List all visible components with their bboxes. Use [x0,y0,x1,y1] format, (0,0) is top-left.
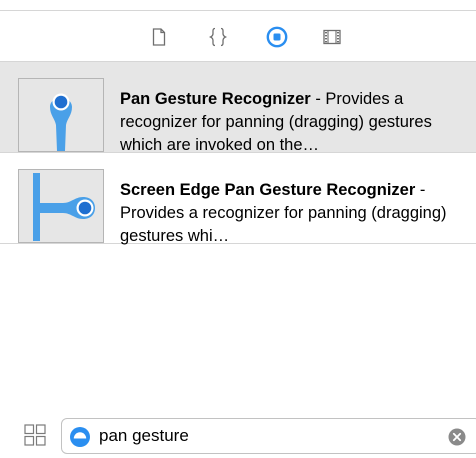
list-item-screen-edge-pan-gesture-recognizer[interactable]: Screen Edge Pan Gesture Recognizer - Pro… [0,153,476,245]
library-filter-bar [0,418,476,458]
grid-view-toggle-button[interactable] [24,424,46,446]
library-search-field [61,418,476,454]
screen-edge-pan-gesture-icon [18,169,104,243]
tab-code-snippet[interactable] [203,22,233,52]
search-input[interactable] [99,424,439,448]
list-item-separator: - [310,90,326,108]
filter-icon[interactable] [69,426,91,448]
object-library-icon [266,26,288,48]
list-item-separator: - [415,181,426,199]
list-item-title: Pan Gesture Recognizer [120,90,311,108]
list-item-summary: Provides a recognizer for panning (dragg… [120,204,447,245]
inspector-tab-bar [0,22,476,52]
list-item-title: Screen Edge Pan Gesture Recognizer [120,181,416,199]
list-item-description: Pan Gesture Recognizer - Provides a reco… [120,88,466,157]
clear-search-icon[interactable] [448,428,466,446]
inspector-top-divider [0,10,476,11]
code-braces-icon [209,27,227,47]
tab-media-library[interactable] [317,22,347,52]
tab-file-template[interactable] [144,22,174,52]
media-library-icon [323,29,341,45]
list-item-pan-gesture-recognizer[interactable]: Pan Gesture Recognizer - Provides a reco… [0,61,476,154]
object-library-list: Pan Gesture Recognizer - Provides a reco… [0,61,476,245]
file-icon [152,28,166,46]
pan-gesture-icon [18,78,104,152]
tab-object-library[interactable] [262,22,292,52]
grid-view-icon [24,424,46,446]
list-item-description: Screen Edge Pan Gesture Recognizer - Pro… [120,179,466,248]
